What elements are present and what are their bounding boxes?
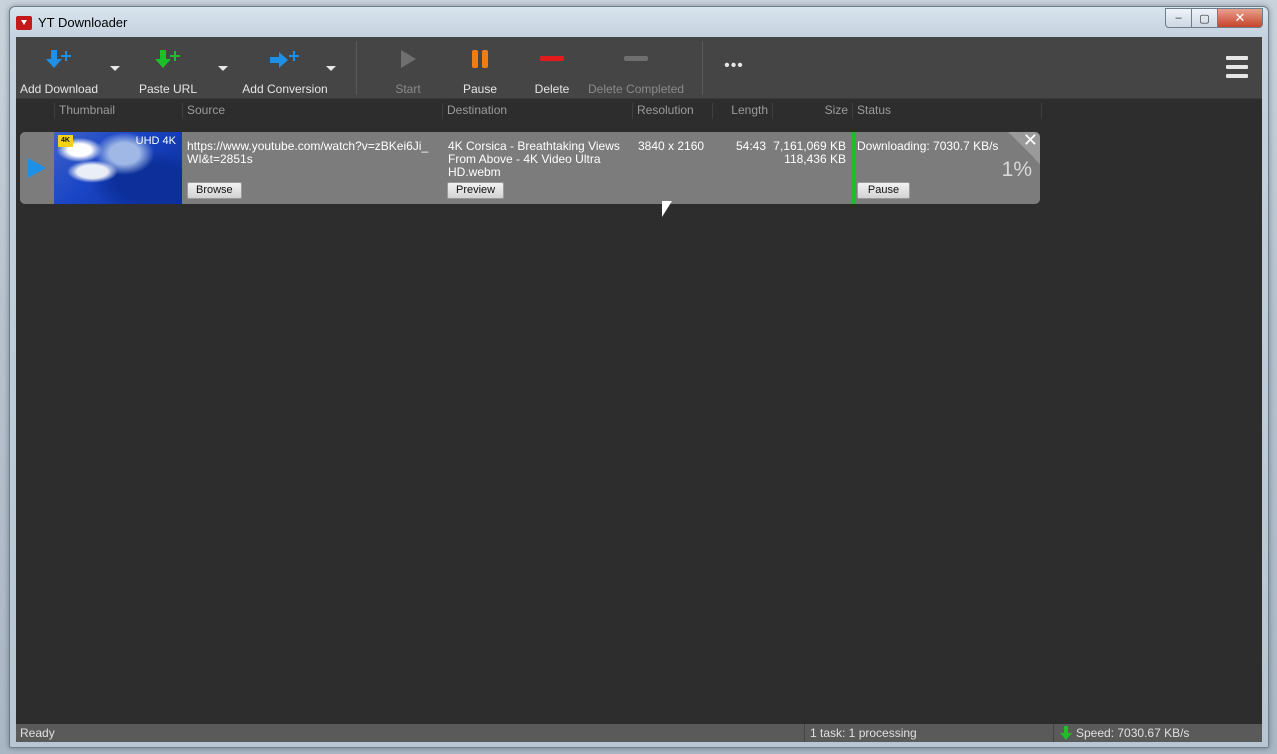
mouse-cursor xyxy=(662,201,672,217)
more-dots-icon: ••• xyxy=(724,57,744,74)
size-downloaded: 118,436 KB xyxy=(784,152,846,166)
video-thumbnail: 4K UHD 4K xyxy=(54,132,182,204)
add-conversion-button[interactable]: Add Conversion xyxy=(238,37,332,99)
uhd-label: UHD 4K xyxy=(135,135,176,147)
column-size[interactable]: Size xyxy=(772,103,852,119)
delete-button[interactable]: Delete xyxy=(530,37,574,99)
convert-plus-icon xyxy=(270,51,299,68)
minus-icon xyxy=(540,56,564,61)
window-controls: ‒ ▢ ✕ xyxy=(1165,8,1263,28)
source-url: https://www.youtube.com/watch?v=zBKei6Ji… xyxy=(187,139,429,166)
status-divider xyxy=(1053,724,1054,742)
add-download-button[interactable]: Add Download xyxy=(20,37,98,99)
close-window-button[interactable]: ✕ xyxy=(1217,8,1263,28)
status-divider xyxy=(804,724,805,742)
play-icon[interactable] xyxy=(28,158,46,178)
column-source[interactable]: Source xyxy=(182,103,442,119)
main-area: Add Download Paste URL Add Conversion St… xyxy=(16,37,1262,742)
length-value: 54:43 xyxy=(735,139,766,153)
download-plus-icon xyxy=(46,50,71,68)
minus-icon xyxy=(624,56,648,61)
column-resolution[interactable]: Resolution xyxy=(632,103,712,119)
progress-bar xyxy=(852,132,855,204)
delete-completed-label: Delete Completed xyxy=(588,82,685,96)
pause-icon xyxy=(472,50,488,68)
play-icon xyxy=(401,50,416,68)
toolbar: Add Download Paste URL Add Conversion St… xyxy=(16,37,1262,99)
toolbar-separator xyxy=(356,41,357,95)
pause-button[interactable]: Pause xyxy=(458,37,502,99)
status-tasks: 1 task: 1 processing xyxy=(810,726,917,740)
column-thumbnail[interactable]: Thumbnail xyxy=(54,103,182,119)
delete-label: Delete xyxy=(534,82,570,96)
maximize-button[interactable]: ▢ xyxy=(1191,8,1218,28)
start-button[interactable]: Start xyxy=(386,37,430,99)
start-label: Start xyxy=(395,82,421,96)
status-ready: Ready xyxy=(20,726,55,740)
preview-button[interactable]: Preview xyxy=(447,182,505,199)
paste-plus-icon xyxy=(155,50,180,68)
column-destination[interactable]: Destination xyxy=(442,103,632,119)
add-conversion-dropdown-icon[interactable] xyxy=(326,66,336,71)
add-download-dropdown-icon[interactable] xyxy=(110,66,120,71)
paste-url-button[interactable]: Paste URL xyxy=(136,37,200,99)
download-row[interactable]: 4K UHD 4K https://www.youtube.com/watch?… xyxy=(20,130,1040,204)
resolution-value: 3840 x 2160 xyxy=(638,139,705,153)
toolbar-separator xyxy=(702,41,703,95)
download-status: Downloading: 7030.7 KB/s xyxy=(857,139,999,153)
status-speed: Speed: 7030.67 KB/s xyxy=(1076,726,1190,740)
4k-badge: 4K xyxy=(58,135,73,147)
paste-url-dropdown-icon[interactable] xyxy=(218,66,228,71)
paste-url-label: Paste URL xyxy=(138,82,198,96)
minimize-button[interactable]: ‒ xyxy=(1165,8,1192,28)
status-bar: Ready 1 task: 1 processing Speed: 7030.6… xyxy=(16,724,1262,742)
more-options-button[interactable]: ••• xyxy=(716,37,752,99)
column-status[interactable]: Status xyxy=(852,103,1042,119)
browse-button[interactable]: Browse xyxy=(187,182,242,199)
window-title: YT Downloader xyxy=(38,15,128,30)
download-arrow-icon xyxy=(1060,726,1072,740)
destination-filename: 4K Corsica - Breathtaking Views From Abo… xyxy=(448,139,620,179)
hamburger-menu-icon[interactable] xyxy=(1226,56,1248,78)
delete-completed-button[interactable]: Delete Completed xyxy=(588,37,684,99)
remove-row-button[interactable]: ✕ xyxy=(1008,130,1040,164)
title-bar[interactable]: YT Downloader ‒ ▢ ✕ xyxy=(10,7,1268,37)
column-length[interactable]: Length xyxy=(712,103,772,119)
column-header: Thumbnail Source Destination Resolution … xyxy=(16,100,1042,120)
pause-label: Pause xyxy=(462,82,498,96)
app-window: YT Downloader ‒ ▢ ✕ Add Download Paste U… xyxy=(9,6,1269,748)
app-logo-icon xyxy=(16,16,32,30)
close-icon: ✕ xyxy=(1022,130,1038,150)
row-pause-button[interactable]: Pause xyxy=(857,182,910,199)
add-conversion-label: Add Conversion xyxy=(242,82,328,96)
add-download-label: Add Download xyxy=(20,82,99,96)
